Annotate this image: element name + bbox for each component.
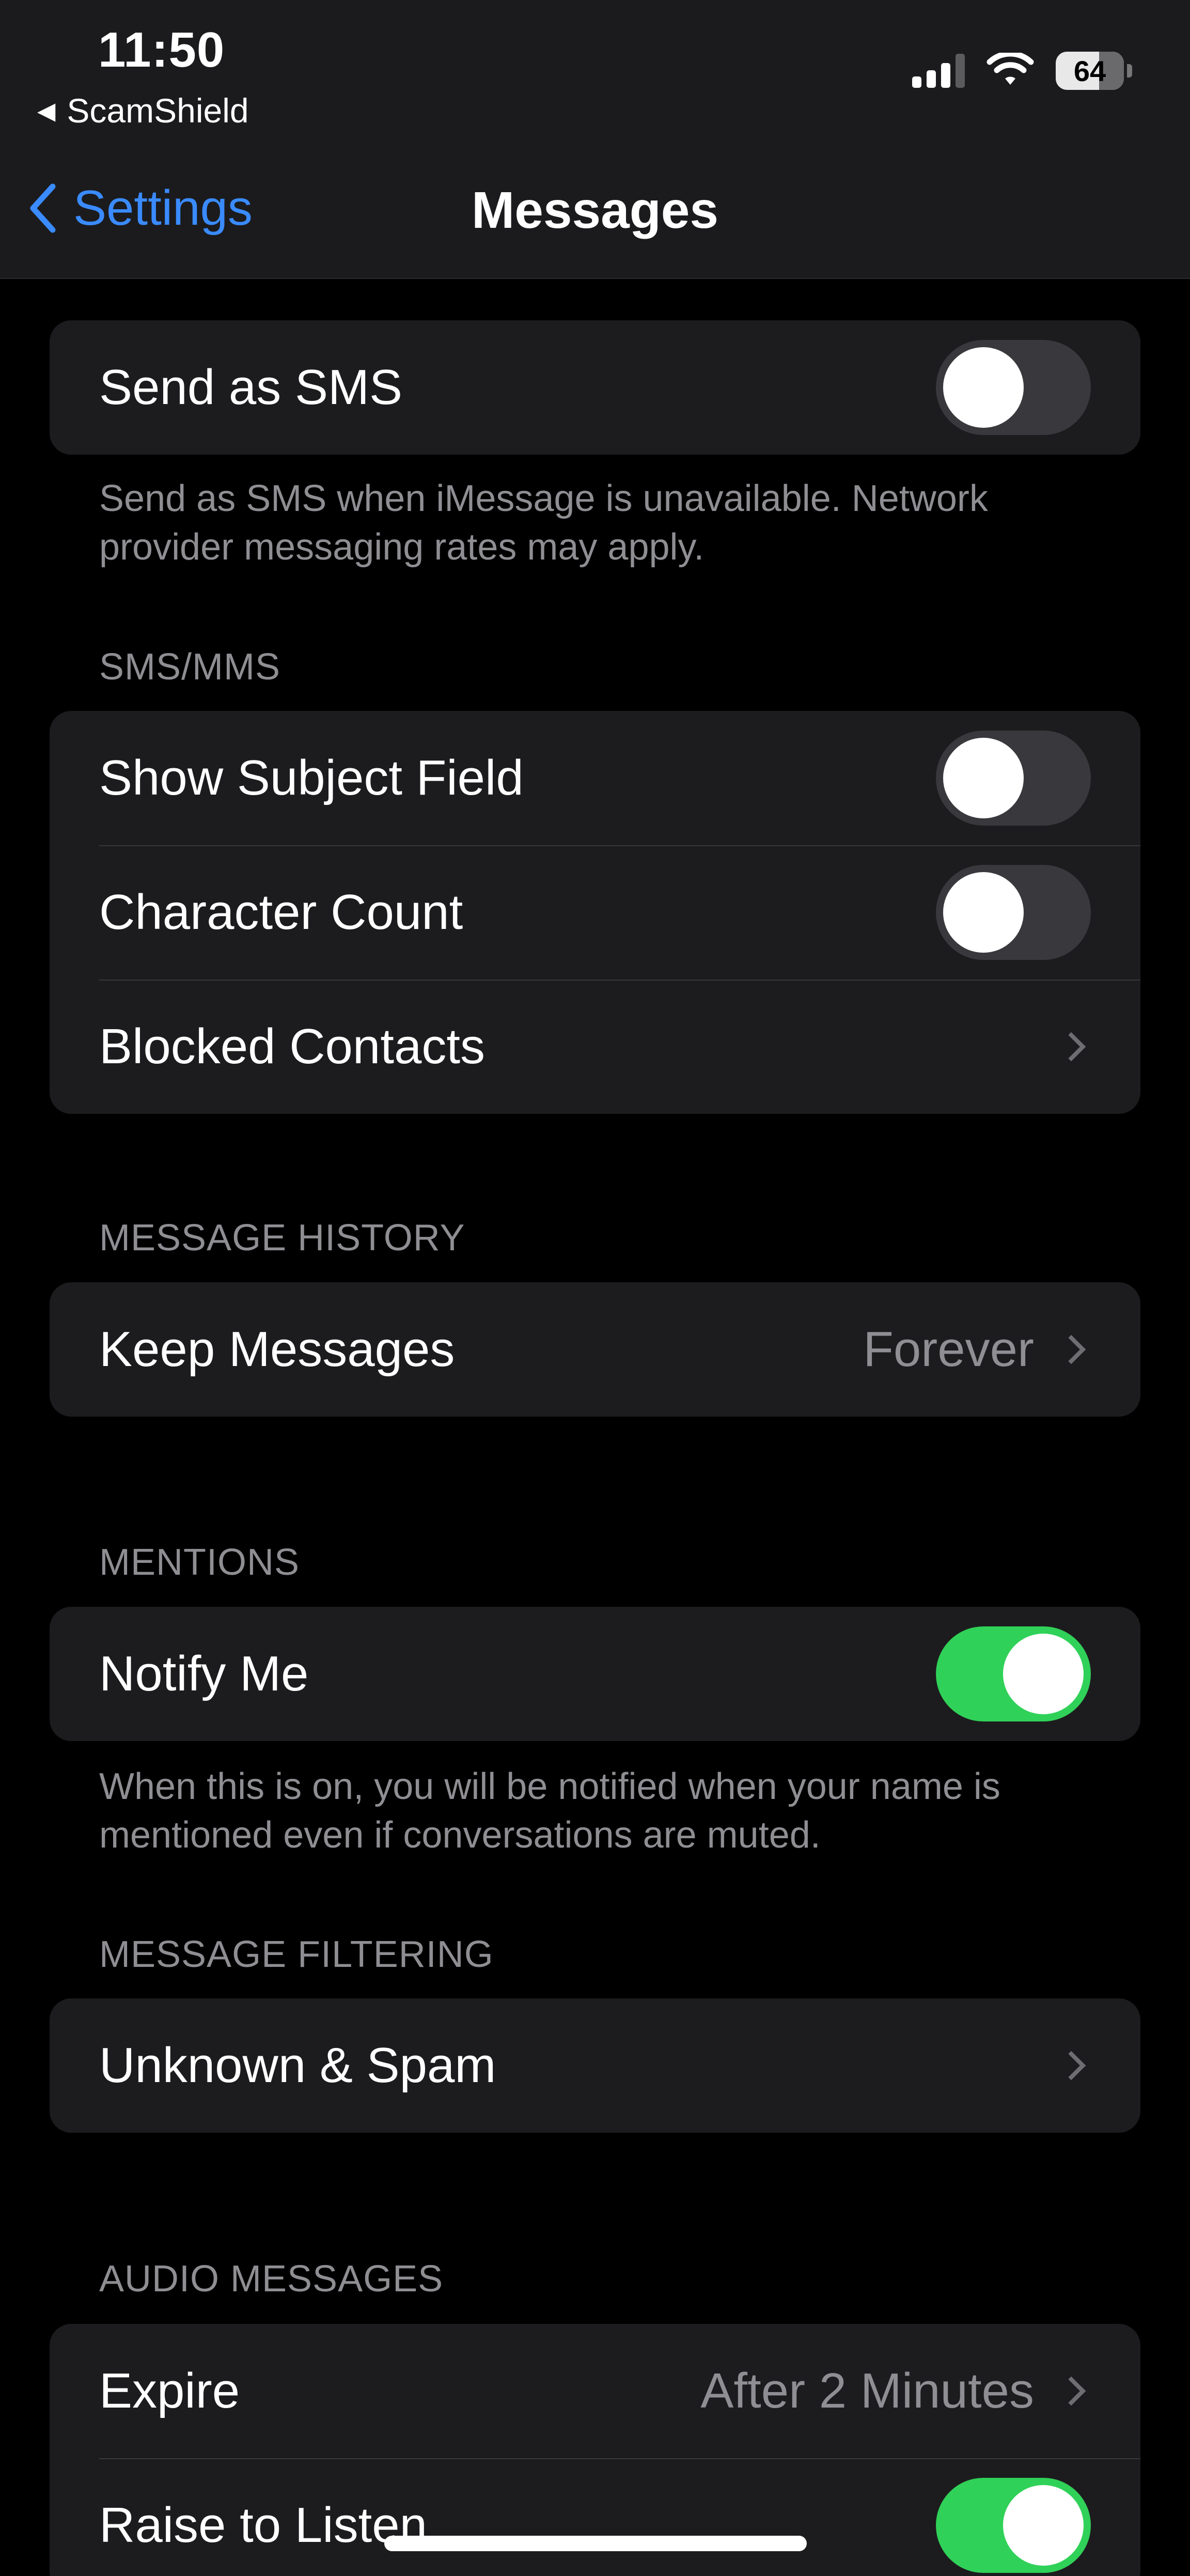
- back-to-app-link[interactable]: ◀ ScamShield: [37, 91, 249, 130]
- mentions-header: MENTIONS: [99, 1542, 300, 1583]
- messages-settings-screen: 11:50 ◀ ScamShield 64 Settings Messages …: [0, 0, 1190, 2576]
- status-time: 11:50: [98, 22, 225, 77]
- keep-messages-value: Forever: [863, 1322, 1034, 1377]
- home-indicator[interactable]: [384, 2536, 807, 2551]
- battery-icon: 64: [1056, 52, 1132, 90]
- chevron-right-icon: [1056, 1334, 1086, 1364]
- notify-me-toggle[interactable]: [936, 1626, 1091, 1721]
- chevron-right-icon: [1056, 2051, 1086, 2081]
- send-as-sms-footer: Send as SMS when iMessage is unavailable…: [99, 478, 988, 568]
- unknown-spam-row[interactable]: Unknown & Spam: [50, 1998, 1140, 2133]
- navigation-header: 11:50 ◀ ScamShield 64 Settings Messages: [0, 0, 1190, 279]
- send-as-sms-label: Send as SMS: [99, 360, 402, 415]
- mentions-footer: When this is on, you will be notified wh…: [99, 1766, 1000, 1856]
- notify-me-label: Notify Me: [99, 1646, 309, 1701]
- message-filtering-group: Unknown & Spam: [50, 1998, 1140, 2133]
- back-triangle-icon: ◀: [37, 97, 56, 124]
- show-subject-field-toggle[interactable]: [936, 731, 1091, 826]
- audio-messages-header: AUDIO MESSAGES: [99, 2258, 444, 2300]
- message-history-group: Keep Messages Forever: [50, 1282, 1140, 1417]
- expire-row[interactable]: Expire After 2 Minutes: [50, 2324, 1140, 2458]
- sms-mms-group: Show Subject Field Character Count Block…: [50, 711, 1140, 1114]
- show-subject-field-row: Show Subject Field: [50, 711, 1140, 845]
- chevron-right-icon: [1056, 2376, 1086, 2406]
- notify-me-row: Notify Me: [50, 1607, 1140, 1741]
- chevron-right-icon: [1056, 1032, 1086, 1062]
- back-app-label: ScamShield: [67, 91, 249, 130]
- keep-messages-row[interactable]: Keep Messages Forever: [50, 1282, 1140, 1417]
- status-indicators: 64: [912, 52, 1132, 90]
- show-subject-field-label: Show Subject Field: [99, 750, 524, 805]
- message-filtering-header: MESSAGE FILTERING: [99, 1934, 494, 1975]
- send-as-sms-toggle[interactable]: [936, 340, 1091, 435]
- unknown-spam-label: Unknown & Spam: [99, 2038, 496, 2093]
- character-count-row: Character Count: [50, 845, 1140, 980]
- expire-value: After 2 Minutes: [700, 2363, 1034, 2418]
- sms-mms-header: SMS/MMS: [99, 646, 281, 688]
- message-history-header: MESSAGE HISTORY: [99, 1217, 465, 1259]
- blocked-contacts-row[interactable]: Blocked Contacts: [50, 980, 1140, 1114]
- page-title: Messages: [471, 181, 719, 239]
- battery-level: 64: [1073, 54, 1106, 87]
- expire-label: Expire: [99, 2363, 240, 2418]
- character-count-toggle[interactable]: [936, 865, 1091, 960]
- raise-to-listen-toggle[interactable]: [936, 2478, 1091, 2573]
- wifi-icon: [987, 53, 1034, 85]
- raise-to-listen-row: Raise to Listen: [50, 2458, 1140, 2576]
- send-as-sms-row: Send as SMS: [50, 320, 1140, 455]
- keep-messages-label: Keep Messages: [99, 1322, 455, 1377]
- cellular-signal-icon: [912, 54, 965, 88]
- send-as-sms-group: Send as SMS: [50, 320, 1140, 455]
- character-count-label: Character Count: [99, 884, 463, 940]
- blocked-contacts-label: Blocked Contacts: [99, 1019, 486, 1074]
- mentions-group: Notify Me: [50, 1607, 1140, 1741]
